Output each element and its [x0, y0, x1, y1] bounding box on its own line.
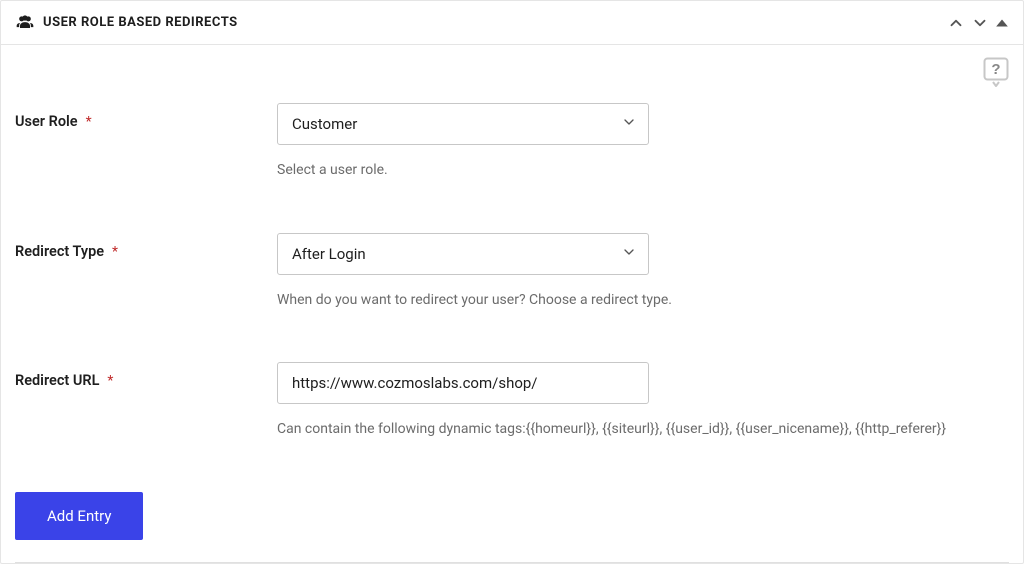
redirect-type-label: Redirect Type: [15, 243, 104, 260]
button-row: Add Entry: [15, 492, 1009, 540]
label-col: User Role *: [15, 103, 277, 130]
user-role-label: User Role: [15, 113, 78, 130]
row-redirect-type: Redirect Type * When do you want to redi…: [15, 233, 1009, 311]
redirect-type-select-wrap: [277, 233, 649, 275]
move-up-icon[interactable]: [947, 14, 965, 32]
field-col: When do you want to redirect your user? …: [277, 233, 1009, 311]
redirect-type-select[interactable]: [277, 233, 649, 275]
panel-header-controls: [947, 14, 1009, 32]
redirect-url-help: Can contain the following dynamic tags:{…: [277, 420, 997, 440]
label-col: Redirect URL *: [15, 362, 277, 389]
panel-user-role-redirects: USER ROLE BASED REDIRECTS ? User: [0, 0, 1024, 564]
required-mark: *: [107, 373, 113, 389]
user-role-select[interactable]: [277, 103, 649, 145]
row-redirect-url: Redirect URL * Can contain the following…: [15, 362, 1009, 440]
field-col: Select a user role.: [277, 103, 1009, 181]
divider: [15, 562, 1009, 563]
label-col: Redirect Type *: [15, 233, 277, 260]
redirect-type-help: When do you want to redirect your user? …: [277, 291, 1009, 311]
required-mark: *: [86, 114, 92, 130]
users-icon: [15, 13, 35, 33]
field-col: Can contain the following dynamic tags:{…: [277, 362, 1009, 440]
panel-header-left: USER ROLE BASED REDIRECTS: [15, 13, 238, 33]
svg-text:?: ?: [991, 61, 1000, 78]
help-icon[interactable]: ?: [983, 57, 1009, 91]
collapse-icon[interactable]: [995, 16, 1009, 30]
panel-body: ? User Role * Select a user role.: [1, 45, 1023, 563]
row-user-role: User Role * Select a user role.: [15, 103, 1009, 181]
panel-header: USER ROLE BASED REDIRECTS: [1, 1, 1023, 45]
required-mark: *: [112, 244, 118, 260]
move-down-icon[interactable]: [971, 14, 989, 32]
add-entry-button[interactable]: Add Entry: [15, 492, 143, 540]
user-role-help: Select a user role.: [277, 161, 1009, 181]
redirect-url-input[interactable]: [277, 362, 649, 404]
user-role-select-wrap: [277, 103, 649, 145]
redirect-url-label: Redirect URL: [15, 372, 99, 389]
panel-title: USER ROLE BASED REDIRECTS: [43, 15, 238, 30]
